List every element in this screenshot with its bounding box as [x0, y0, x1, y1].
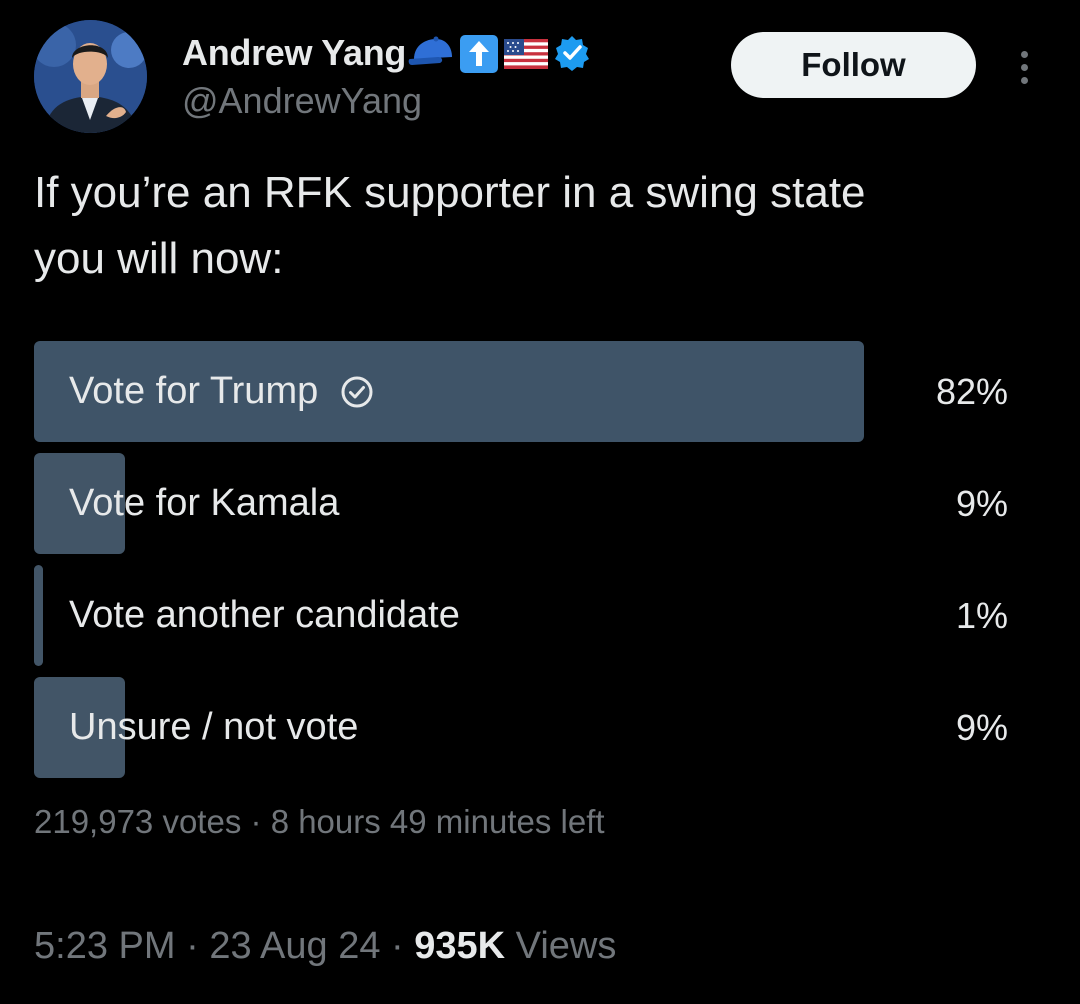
more-options-icon[interactable]	[1009, 45, 1039, 89]
avatar-image	[34, 20, 147, 133]
poll-option-percent: 82%	[935, 370, 1008, 412]
tweet-time[interactable]: 5:23 PM	[34, 925, 176, 967]
poll-option-label: Vote for Kamala	[69, 482, 340, 524]
follow-button[interactable]: Follow	[731, 32, 976, 98]
us-flag-icon	[502, 33, 550, 73]
poll-option[interactable]: Unsure / not vote 9%	[34, 677, 1014, 778]
avatar[interactable]	[34, 20, 147, 133]
poll-option-percent: 9%	[955, 706, 1008, 748]
poll-option[interactable]: Vote for Kamala 9%	[34, 453, 1014, 554]
tweet-text: If you’re an RFK supporter in a swing st…	[34, 160, 1034, 292]
tweet-text-line-2: you will now:	[34, 234, 284, 283]
poll-meta-separator: ·	[250, 803, 262, 840]
poll-bar	[34, 565, 43, 666]
tweet-text-line-1: If you’re an RFK supporter in a swing st…	[34, 168, 866, 217]
views-label: Views	[515, 925, 617, 967]
up-arrow-icon	[458, 33, 500, 73]
poll-option-percent: 1%	[955, 594, 1008, 636]
timestamp-separator: ·	[391, 925, 404, 967]
poll-option-label: Vote for Trump	[69, 370, 319, 412]
poll-option-label: Vote another candidate	[69, 594, 460, 636]
tweet-header: Andrew Yang @AndrewYang Follow	[34, 20, 1046, 140]
check-circle-icon	[341, 376, 373, 407]
views-count: 935K	[414, 925, 506, 967]
poll: Vote for Trump 82% Vote for Kamala 9% Vo…	[34, 341, 1014, 789]
timestamp-separator: ·	[186, 925, 199, 967]
tweet-date[interactable]: 23 Aug 24	[209, 925, 380, 967]
poll-option[interactable]: Vote another candidate 1%	[34, 565, 1014, 666]
poll-option-label: Unsure / not vote	[69, 706, 359, 748]
poll-option[interactable]: Vote for Trump 82%	[34, 341, 1014, 442]
tweet-timestamp-row: 5:23 PM · 23 Aug 24 · 935K Views	[34, 925, 616, 968]
name-row: Andrew Yang	[182, 30, 592, 76]
user-handle[interactable]: @AndrewYang	[182, 80, 422, 122]
poll-meta: 219,973 votes · 8 hours 49 minutes left	[34, 803, 605, 841]
poll-time-left: 8 hours 49 minutes left	[270, 803, 605, 840]
blue-cap-icon	[408, 33, 456, 73]
display-name[interactable]: Andrew Yang	[182, 32, 406, 74]
poll-option-percent: 9%	[955, 482, 1008, 524]
poll-vote-count: 219,973 votes	[34, 803, 242, 840]
verified-badge-icon	[552, 33, 592, 73]
